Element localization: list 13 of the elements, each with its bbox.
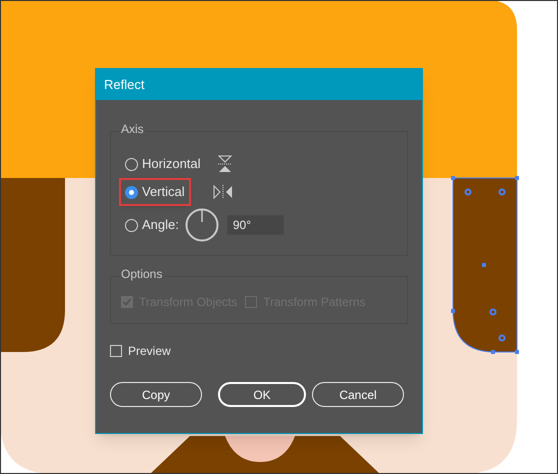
dialog-button[interactable]: OK: [218, 382, 306, 407]
angle-field[interactable]: 90°: [226, 215, 284, 235]
checkmark-icon: [122, 297, 132, 307]
radio-button[interactable]: Vertical: [121, 180, 189, 204]
dialog-button[interactable]: Cancel: [312, 382, 404, 407]
reflect-horizontal-icon: [218, 155, 232, 173]
angle-dial[interactable]: [184, 208, 219, 242]
dialog-button[interactable]: Copy: [110, 382, 202, 407]
window-title: Reflect: [104, 76, 144, 94]
checkbox[interactable]: Preview: [110, 342, 171, 360]
radio-button[interactable]: Horizontal: [121, 152, 205, 176]
reflect-vertical-icon: [212, 185, 233, 199]
radio-button[interactable]: Angle:: [121, 213, 183, 237]
